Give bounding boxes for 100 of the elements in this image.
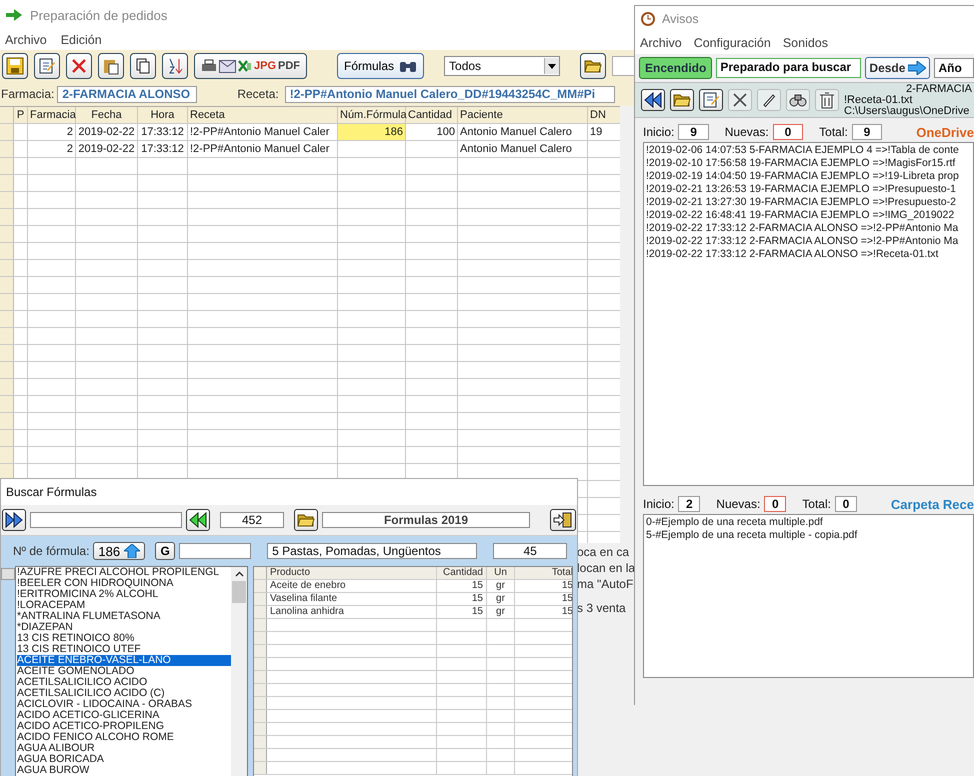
notice-line[interactable]: !2019-02-06 14:07:53 5-FARMACIA EJEMPLO 4 =>!Tabla de conte bbox=[646, 144, 971, 157]
table-cell: gr bbox=[487, 580, 515, 592]
formula-list-item[interactable]: AGUA BUROW bbox=[17, 765, 231, 776]
edit-icon[interactable] bbox=[34, 53, 60, 79]
column-header[interactable]: Total bbox=[515, 567, 572, 579]
formula-list-item[interactable]: AGUA ALIBOUR bbox=[17, 743, 231, 754]
formula-list-item[interactable]: 13 CIS RETINOICO UTEF bbox=[17, 644, 231, 655]
folder-icon[interactable] bbox=[580, 53, 606, 79]
notice-line[interactable]: !2019-02-10 17:56:58 19-FARMACIA EJEMPLO =>!MagisFor15.rtf bbox=[646, 157, 971, 170]
binoculars-icon bbox=[399, 59, 418, 73]
notice-line[interactable]: 5-#Ejemplo de una receta multiple - copia.pdf bbox=[646, 529, 971, 542]
paste-icon[interactable] bbox=[98, 53, 124, 79]
table-cell[interactable]: 2 bbox=[28, 124, 76, 140]
table-cell[interactable]: 2 bbox=[28, 141, 76, 157]
table-cell[interactable]: 2019-02-22 bbox=[76, 124, 138, 140]
notice-line[interactable]: !2019-02-21 13:27:30 19-FARMACIA EJEMPLO =>!Presupuesto-2 bbox=[646, 196, 971, 209]
delete-icon[interactable] bbox=[66, 53, 92, 79]
column-header[interactable]: Receta bbox=[188, 107, 338, 123]
note-text: oca en ca bbox=[577, 545, 630, 559]
table-cell[interactable]: 17:33:12 bbox=[138, 124, 188, 140]
column-header[interactable]: Fecha bbox=[76, 107, 138, 123]
formula-list-item[interactable]: ACEITE ENEBRO-VASEL-LANO bbox=[17, 655, 231, 666]
formula-list-item[interactable]: !LORACEPAM bbox=[17, 600, 231, 611]
formula-list-item[interactable]: ACIDO ACETICO-PROPILENG bbox=[17, 721, 231, 732]
table-cell[interactable]: 2019-02-22 bbox=[76, 141, 138, 157]
window-title: Buscar Fórmulas bbox=[5, 484, 98, 501]
column-header[interactable]: Núm.Fórmula bbox=[338, 107, 406, 123]
book-name-field: Formulas 2019 bbox=[322, 512, 530, 528]
menu-item[interactable]: Archivo bbox=[640, 36, 682, 50]
formulas-button[interactable]: Fórmulas bbox=[337, 53, 424, 79]
table-cell[interactable]: Antonio Manuel Calero bbox=[458, 124, 588, 140]
scrollbar-thumb[interactable] bbox=[232, 581, 246, 603]
formula-list-item[interactable]: ACIDO FENICO ALCOHO ROME bbox=[17, 732, 231, 743]
column-header[interactable]: Hora bbox=[138, 107, 188, 123]
formula-list-item[interactable]: ACEITE GOMENOLADO bbox=[17, 666, 231, 677]
column-header[interactable]: DN bbox=[588, 107, 620, 123]
binoculars-icon[interactable] bbox=[786, 89, 810, 111]
farmacia-field[interactable]: 2-FARMACIA ALONSO bbox=[57, 86, 198, 102]
formula-list-item[interactable]: ACICLOVIR - LIDOCAINA - ORABAS bbox=[17, 699, 231, 710]
notice-line[interactable]: !2019-02-19 14:04:50 19-FARMACIA EJEMPLO =>!19-Libreta prop bbox=[646, 170, 971, 183]
table-cell[interactable]: 19 bbox=[588, 124, 620, 140]
sort-icon[interactable] bbox=[162, 53, 188, 79]
column-header[interactable]: Paciente bbox=[458, 107, 588, 123]
table-cell[interactable]: Antonio Manuel Calero bbox=[458, 141, 588, 157]
column-header[interactable]: Un bbox=[487, 567, 515, 579]
rewind-icon[interactable] bbox=[641, 89, 665, 111]
menu-item[interactable]: Sonidos bbox=[782, 36, 828, 50]
formula-list-item[interactable]: ACETILSALICILICO ACIDO (C) bbox=[17, 688, 231, 699]
g-button[interactable]: G bbox=[155, 542, 176, 560]
notice-line[interactable]: !2019-02-21 13:26:53 19-FARMACIA EJEMPLO =>!Presupuesto-1 bbox=[646, 183, 971, 196]
receta-field[interactable]: !2-PP#Antonio Manuel Calero_DD#19443254C_MM#Pi bbox=[284, 86, 615, 102]
text-field[interactable] bbox=[30, 512, 182, 528]
table-cell[interactable]: 17:33:12 bbox=[138, 141, 188, 157]
folder-icon[interactable] bbox=[294, 509, 318, 531]
trash-icon[interactable] bbox=[815, 89, 839, 111]
pen-icon[interactable] bbox=[757, 89, 781, 111]
table-cell[interactable]: 186 bbox=[338, 124, 406, 140]
formula-list-item[interactable]: 13 CIS RETINOICO 80% bbox=[17, 633, 231, 644]
formula-list-item[interactable]: !BEELER CON HIDROQUINONA bbox=[17, 578, 231, 589]
text-field[interactable] bbox=[179, 543, 252, 559]
formula-list-item[interactable]: !AZUFRE PRECI ALCOHOL PROPILENGL bbox=[17, 567, 231, 578]
notice-line[interactable]: !2019-02-22 17:33:12 2-FARMACIA ALONSO =>!Receta-01.txt bbox=[646, 248, 971, 261]
formula-list-item[interactable]: ACIDO ACETICO-GLICERINA bbox=[17, 710, 231, 721]
edit-icon[interactable] bbox=[699, 89, 723, 111]
column-header[interactable]: Farmacia bbox=[28, 107, 76, 123]
field-label: Receta: bbox=[237, 87, 279, 101]
formula-list-item[interactable]: *ANTRALINA FLUMETASONA bbox=[17, 611, 231, 622]
table-row[interactable]: 2 2019-02-22 17:33:12 !2-PP#Antonio Manuel Caler 186 100 Antonio Manuel Calero 19 bbox=[0, 124, 620, 141]
copy-icon[interactable] bbox=[130, 53, 156, 79]
notice-line[interactable]: 0-#Ejemplo de una receta multiple.pdf bbox=[646, 516, 971, 529]
desde-button[interactable]: Desde bbox=[865, 57, 930, 79]
column-header[interactable]: P bbox=[14, 107, 28, 123]
table-cell[interactable]: !2-PP#Antonio Manuel Caler bbox=[188, 141, 338, 157]
save-icon[interactable] bbox=[2, 53, 28, 79]
table-cell[interactable]: 100 bbox=[406, 124, 458, 140]
rewind-icon[interactable] bbox=[186, 509, 210, 531]
menu-item[interactable]: Archivo bbox=[5, 33, 47, 47]
formula-list-item[interactable]: !ERITROMICINA 2% ALCOHL bbox=[17, 589, 231, 600]
formula-number-button[interactable]: 186 bbox=[93, 542, 146, 560]
menu-item[interactable]: Configuración bbox=[694, 36, 771, 50]
search-field[interactable] bbox=[612, 56, 636, 76]
close-icon[interactable] bbox=[728, 89, 752, 111]
power-button[interactable]: Encendido bbox=[639, 57, 712, 79]
fast-forward-icon[interactable] bbox=[2, 509, 26, 531]
exit-icon[interactable] bbox=[550, 509, 576, 531]
notice-line[interactable]: !2019-02-22 17:33:12 2-FARMACIA ALONSO =>!2-PP#Antonio Ma bbox=[646, 235, 971, 248]
filter-dropdown[interactable]: Todos bbox=[444, 56, 560, 76]
notice-line[interactable]: !2019-02-22 16:48:41 19-FARMACIA EJEMPLO =>!IMG_2019022 bbox=[646, 209, 971, 222]
export-button[interactable]: JPG PDF bbox=[194, 53, 308, 79]
menu-item[interactable]: Edición bbox=[60, 33, 102, 47]
formula-list-item[interactable]: *DIAZEPAN bbox=[17, 622, 231, 633]
column-header[interactable]: Cantidad bbox=[437, 567, 487, 579]
year-dropdown[interactable]: Año bbox=[934, 58, 974, 78]
formula-list-item[interactable]: AGUA BORICADA bbox=[17, 754, 231, 765]
notice-line[interactable]: !2019-02-22 17:33:12 2-FARMACIA ALONSO =>!2-PP#Antonio Ma bbox=[646, 222, 971, 235]
column-header[interactable]: Cantidad bbox=[406, 107, 458, 123]
formula-list-item[interactable]: ACETILSALICILICO ACIDO bbox=[17, 677, 231, 688]
folder-icon[interactable] bbox=[670, 89, 694, 111]
scrollbar[interactable] bbox=[231, 567, 247, 776]
column-header[interactable]: Producto bbox=[267, 567, 437, 579]
